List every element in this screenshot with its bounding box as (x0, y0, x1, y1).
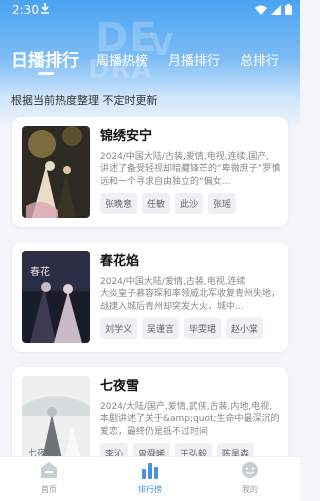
ranking-chart-icon (140, 461, 160, 479)
drama-poster: 七夜 (22, 376, 90, 468)
nav-profile[interactable]: 我的 (220, 461, 280, 495)
drama-description: 讲述了备受轻视却暗藏锋芒的“卑微庶子”罗慎远和一个寻求自由独立的“偏女... (100, 164, 281, 187)
drama-poster: 春花 (22, 251, 90, 343)
drama-card[interactable]: 锦绣安宁 2024/中国大陆/古装,爱情,电视,连续,国产, 讲述了备受轻视却暗… (12, 117, 288, 227)
drama-description: 本剧讲述了关于&amp;quot;生命中最深沉的爱恋，最终仍是抵不过时间 (100, 414, 280, 437)
drama-poster (22, 126, 90, 218)
actor-tag[interactable]: 此沙 (175, 193, 204, 214)
actor-list: 张晚意 任敏 此沙 张瑶 (100, 193, 237, 214)
nav-label: 我的 (242, 485, 258, 494)
actor-tag[interactable]: 张瑶 (208, 193, 237, 214)
nav-label: 首页 (41, 485, 57, 494)
bottom-navigation: 首页 排行榜 我的 (0, 456, 300, 501)
status-time: 2:30 (12, 3, 39, 17)
actor-tag[interactable]: 吴谨言 (142, 318, 180, 339)
home-icon (39, 461, 59, 479)
download-icon (40, 2, 50, 17)
drama-title: 七夜雪 (100, 379, 140, 394)
drama-meta: 2024/中国大陆/古装,爱情,电视,连续,国产, (100, 152, 270, 162)
ranking-tabs: 日播排行 周播热榜 月播排行 总排行 (0, 44, 300, 74)
drama-card[interactable]: 春花 春花焰 2024/中国大陆/爱情,古装,电视,连续 大炎皇子慕容琛和率领威… (12, 242, 288, 352)
battery-icon (285, 4, 292, 18)
list-subtitle: 根据当前热度整理 不定时更新 (11, 94, 158, 107)
drama-meta: 2024/大陆/国产,爱情,武侠,古装,内地,电视, (100, 402, 273, 412)
tab-daily[interactable]: 日播排行 (11, 46, 79, 71)
actor-tag[interactable]: 赵小棠 (226, 318, 264, 339)
drama-title: 锦绣安宁 (100, 129, 153, 144)
actor-tag[interactable]: 刘学义 (100, 318, 138, 339)
drama-meta: 2024/中国大陆/爱情,古装,电视,连续 (100, 277, 246, 287)
tab-weekly[interactable]: 周播热榜 (96, 50, 148, 69)
status-bar: 2:30 (0, 0, 300, 22)
tab-monthly[interactable]: 月播排行 (168, 50, 220, 69)
profile-face-icon (240, 461, 260, 479)
signal-icon (271, 4, 281, 18)
active-tab-indicator (38, 72, 54, 75)
actor-list: 刘学义 吴谨言 毕雯珺 赵小棠 (100, 318, 264, 339)
nav-ranking[interactable]: 排行榜 (120, 461, 180, 495)
wifi-icon (255, 4, 267, 18)
nav-label: 排行榜 (138, 485, 162, 494)
svg-text:春花: 春花 (30, 265, 50, 278)
drama-title: 春花焰 (100, 254, 140, 269)
actor-tag[interactable]: 任敏 (142, 193, 171, 214)
drama-description: 大炎皇子慕容琛和率领威北军收复青州失地，战捷入城后青州却突发大火，城中... (100, 289, 281, 312)
nav-home[interactable]: 首页 (19, 461, 79, 495)
actor-tag[interactable]: 张晚意 (100, 193, 138, 214)
actor-tag[interactable]: 毕雯珺 (184, 318, 222, 339)
tab-total[interactable]: 总排行 (240, 50, 279, 69)
